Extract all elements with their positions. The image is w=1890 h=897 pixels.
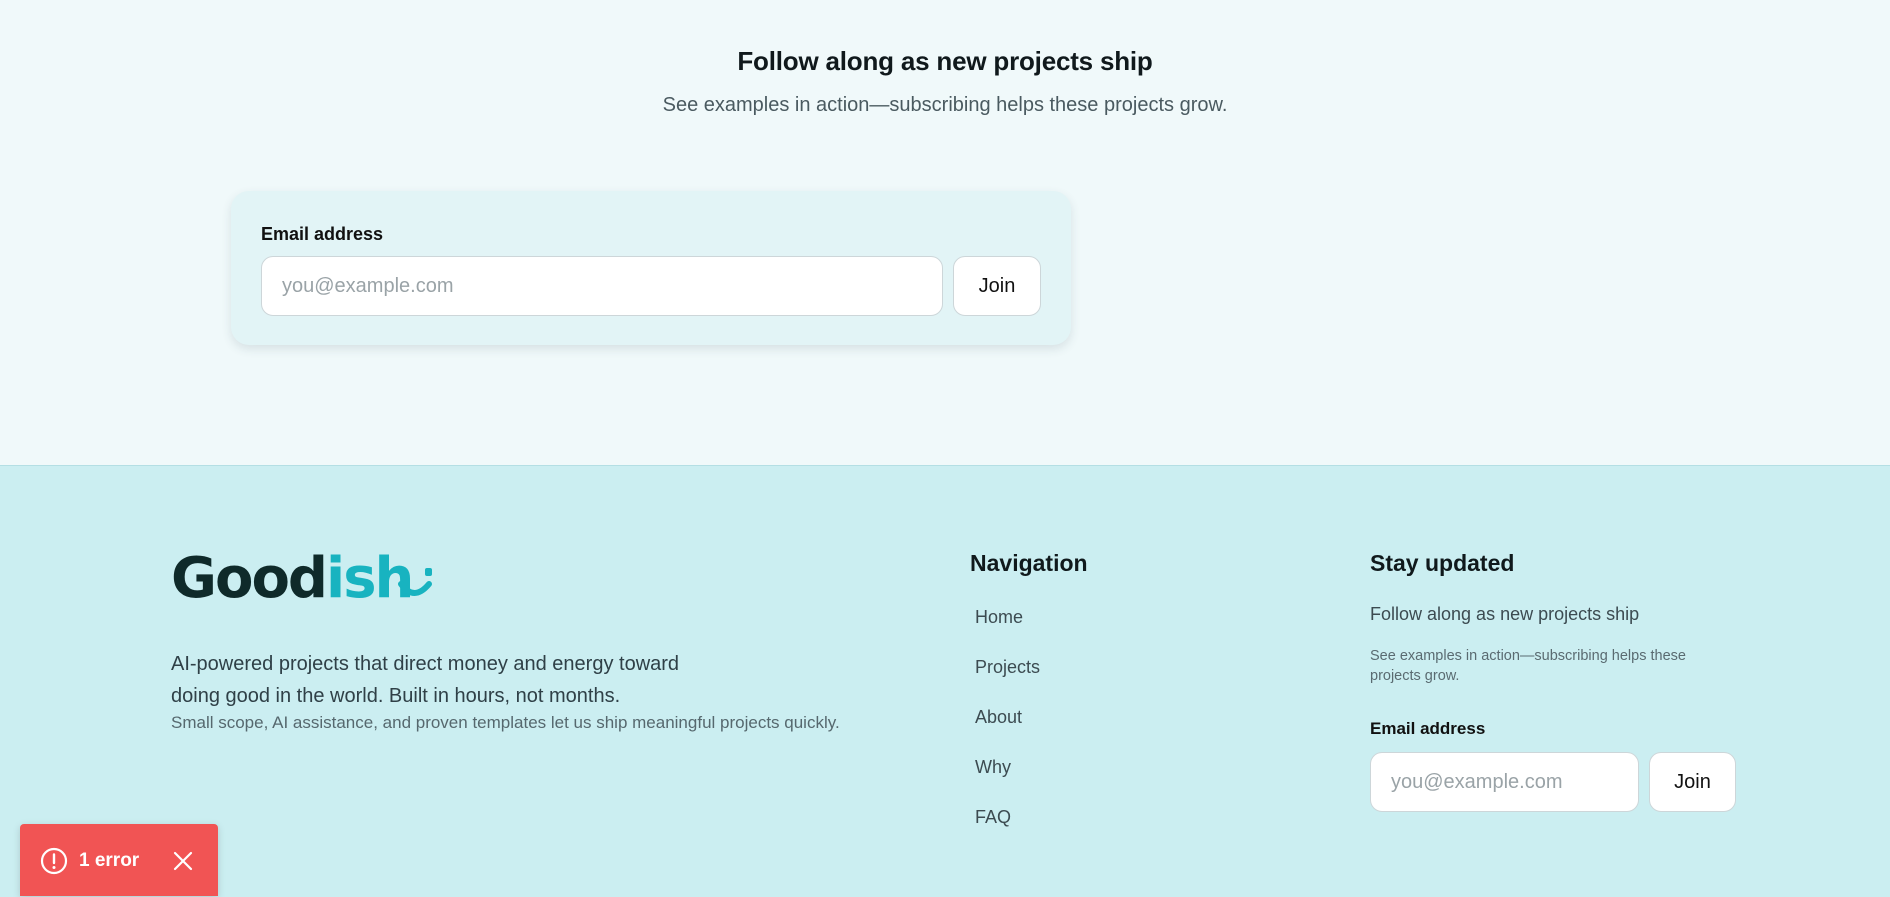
navigation-heading: Navigation [970,550,1088,576]
subscribe-card: Email address Join [231,191,1071,345]
join-button[interactable]: Join [953,256,1041,316]
error-count: 1 error [79,850,140,871]
goodish-logo[interactable]: Goodish [171,546,432,611]
email-input[interactable] [261,256,943,316]
close-icon[interactable] [172,850,194,872]
email-label: Email address [261,224,384,244]
nav-link-about[interactable]: About [975,706,1040,756]
nav-link-why[interactable]: Why [975,756,1040,806]
subscribe-subtitle: See examples in action—subscribing helps… [662,94,1228,116]
logo-text-good: Good [171,546,328,611]
subscribe-section: Follow along as new projects ship See ex… [0,0,1890,465]
nav-link-home[interactable]: Home [975,606,1040,656]
nav-link-faq[interactable]: FAQ [975,806,1040,856]
smile-icon [398,568,432,596]
footer-email-input[interactable] [1370,752,1639,812]
footer-note: Small scope, AI assistance, and proven t… [171,713,840,732]
footer-email-label: Email address [1370,719,1486,738]
footer-tagline: AI-powered projects that direct money an… [171,653,680,707]
subscribe-title: Follow along as new projects ship [737,46,1153,76]
stay-updated-heading: Stay updated [1370,550,1515,576]
stay-updated-note: See examples in action—subscribing helps… [1370,648,1686,684]
footer: Goodish AI-powered projects that direct … [0,465,1890,897]
alert-circle-icon [40,847,68,875]
error-toast[interactable]: 1 error [20,824,218,896]
footer-navigation: Home Projects About Why FAQ [975,606,1040,856]
nav-link-projects[interactable]: Projects [975,656,1040,706]
stay-updated-subtitle: Follow along as new projects ship [1370,604,1640,624]
footer-join-button[interactable]: Join [1649,752,1736,812]
